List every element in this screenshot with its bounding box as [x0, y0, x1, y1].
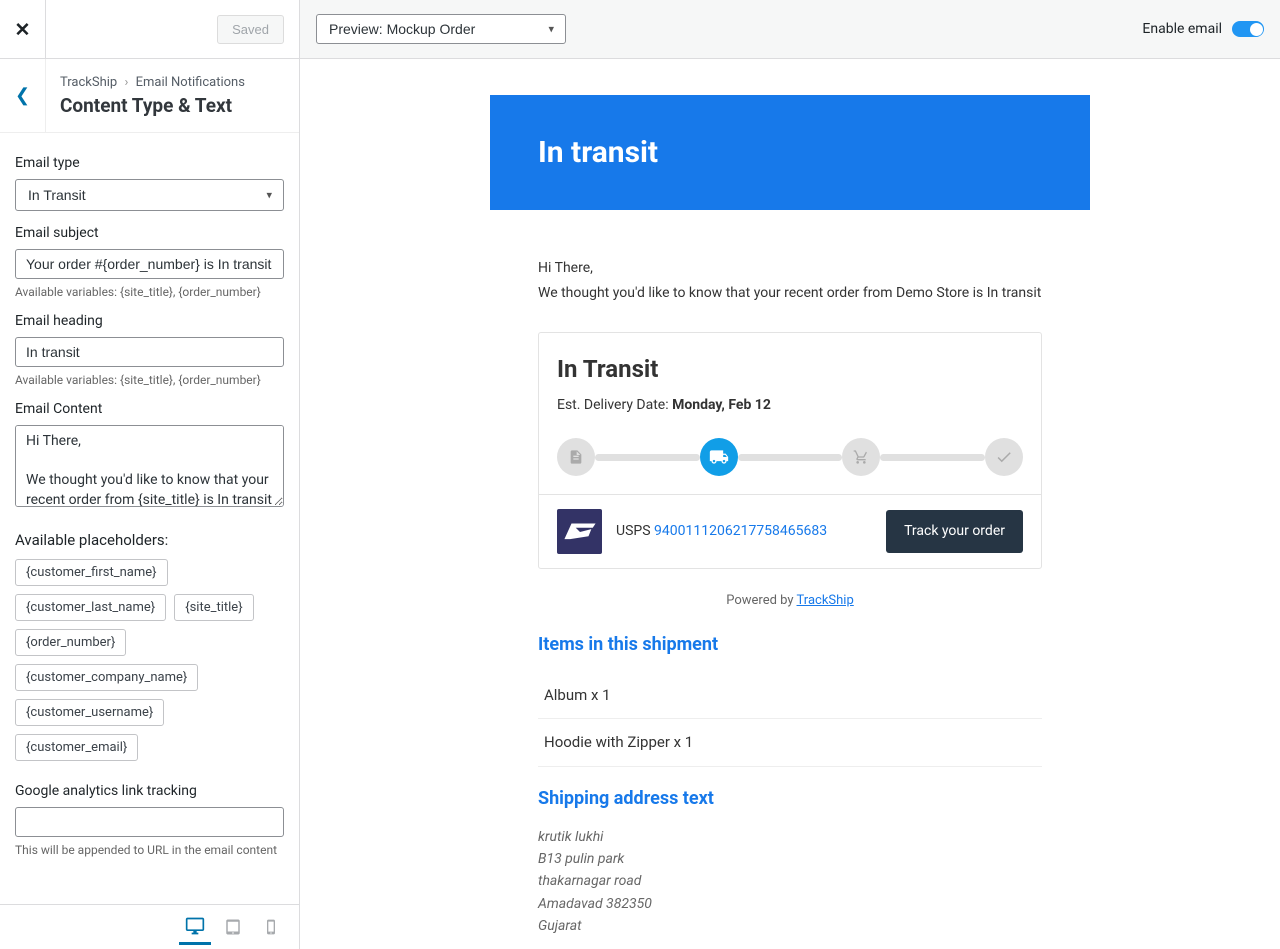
- preview-toolbar: Preview: Mockup Order ▾ Enable email: [300, 0, 1280, 59]
- email-type-select[interactable]: In Transit: [15, 179, 284, 211]
- panel-body: Email type In Transit ▾ Email subject Av…: [0, 133, 299, 904]
- placeholder-chips: {customer_first_name} {customer_last_nam…: [15, 559, 284, 761]
- email-body: Hi There, We thought you'd like to know …: [490, 210, 1090, 949]
- email-type-label: Email type: [15, 155, 284, 171]
- enable-email-label: Enable email: [1142, 21, 1222, 37]
- back-button[interactable]: ❮: [0, 59, 46, 132]
- preview-order-select[interactable]: Preview: Mockup Order: [316, 14, 566, 44]
- toggle-knob: [1250, 23, 1263, 36]
- email-subject-label: Email subject: [15, 225, 284, 241]
- subject-help: Available variables: {site_title}, {orde…: [15, 285, 284, 299]
- ga-label: Google analytics link tracking: [15, 783, 284, 799]
- desktop-icon: [185, 916, 205, 936]
- placeholder-chip[interactable]: {customer_username}: [15, 699, 164, 726]
- placeholder-chip[interactable]: {site_title}: [174, 594, 253, 621]
- mobile-icon: [263, 919, 279, 935]
- page-title: Content Type & Text: [60, 94, 245, 117]
- shipment-item: Hoodie with Zipper x 1: [538, 719, 1042, 767]
- breadcrumb-root[interactable]: TrackShip: [60, 75, 117, 90]
- track-order-button[interactable]: Track your order: [886, 510, 1023, 553]
- email-header: In transit: [490, 95, 1090, 210]
- progress-step-intransit: [700, 438, 738, 476]
- placeholder-chip[interactable]: {customer_last_name}: [15, 594, 166, 621]
- check-icon: [995, 448, 1013, 466]
- tracking-progress: [557, 438, 1023, 476]
- ga-help: This will be appended to URL in the emai…: [15, 843, 284, 857]
- device-tablet-button[interactable]: [217, 909, 249, 945]
- email-intro: We thought you'd like to know that your …: [538, 283, 1042, 304]
- shipping-address-title: Shipping address text: [538, 785, 1042, 812]
- placeholder-chip[interactable]: {customer_company_name}: [15, 664, 198, 691]
- email-heading-label: Email heading: [15, 313, 284, 329]
- chevron-right-icon: ›: [124, 75, 128, 90]
- document-icon: [568, 449, 584, 465]
- heading-help: Available variables: {site_title}, {orde…: [15, 373, 284, 387]
- placeholder-chip[interactable]: {customer_email}: [15, 734, 138, 761]
- close-icon: ✕: [15, 18, 31, 41]
- email-content-textarea[interactable]: Hi There, We thought you'd like to know …: [15, 425, 284, 507]
- email-header-title: In transit: [538, 135, 1042, 170]
- breadcrumb-page[interactable]: Email Notifications: [136, 75, 245, 90]
- carrier-logo: [557, 509, 602, 554]
- preview-panel: Preview: Mockup Order ▾ Enable email In …: [300, 0, 1280, 949]
- shipping-address: krutik lukhi B13 pulin park thakarnagar …: [538, 826, 1042, 938]
- progress-step-outfordelivery: [842, 438, 880, 476]
- truck-icon: [709, 447, 729, 467]
- shipment-item: Album x 1: [538, 672, 1042, 720]
- carrier-info: USPS 9400111206217758465683: [616, 521, 872, 542]
- device-desktop-button[interactable]: [179, 909, 211, 945]
- close-button[interactable]: ✕: [0, 0, 46, 58]
- breadcrumb: TrackShip › Email Notifications: [60, 75, 245, 90]
- est-delivery: Est. Delivery Date: Monday, Feb 12: [557, 395, 1023, 416]
- device-mobile-button[interactable]: [255, 909, 287, 945]
- breadcrumb-row: ❮ TrackShip › Email Notifications Conten…: [0, 59, 299, 133]
- tracking-card: In Transit Est. Delivery Date: Monday, F…: [538, 332, 1042, 569]
- chevron-left-icon: ❮: [15, 85, 30, 106]
- panel-top-bar: ✕ Saved: [0, 0, 299, 59]
- placeholders-title: Available placeholders:: [15, 531, 284, 549]
- items-title: Items in this shipment: [538, 631, 1042, 658]
- powered-by: Powered by TrackShip: [538, 591, 1042, 611]
- email-heading-input[interactable]: [15, 337, 284, 367]
- carrier-name: USPS: [616, 523, 651, 539]
- email-preview: In transit Hi There, We thought you'd li…: [490, 95, 1090, 949]
- email-content-label: Email Content: [15, 401, 284, 417]
- ga-input[interactable]: [15, 807, 284, 837]
- email-greeting: Hi There,: [538, 258, 1042, 279]
- settings-panel: ✕ Saved ❮ TrackShip › Email Notification…: [0, 0, 300, 949]
- device-switcher: [0, 904, 299, 949]
- placeholder-chip[interactable]: {order_number}: [15, 629, 126, 656]
- progress-step-delivered: [985, 438, 1023, 476]
- tracking-status: In Transit: [557, 351, 1023, 387]
- email-subject-input[interactable]: [15, 249, 284, 279]
- placeholder-chip[interactable]: {customer_first_name}: [15, 559, 168, 586]
- cart-icon: [853, 449, 869, 465]
- trackship-link[interactable]: TrackShip: [797, 593, 854, 608]
- enable-email-toggle[interactable]: [1232, 21, 1264, 37]
- usps-eagle-icon: [563, 517, 597, 547]
- save-button[interactable]: Saved: [217, 15, 284, 44]
- preview-canvas[interactable]: In transit Hi There, We thought you'd li…: [300, 59, 1280, 949]
- tracking-number[interactable]: 9400111206217758465683: [654, 523, 827, 539]
- progress-step-ordered: [557, 438, 595, 476]
- tablet-icon: [224, 918, 242, 936]
